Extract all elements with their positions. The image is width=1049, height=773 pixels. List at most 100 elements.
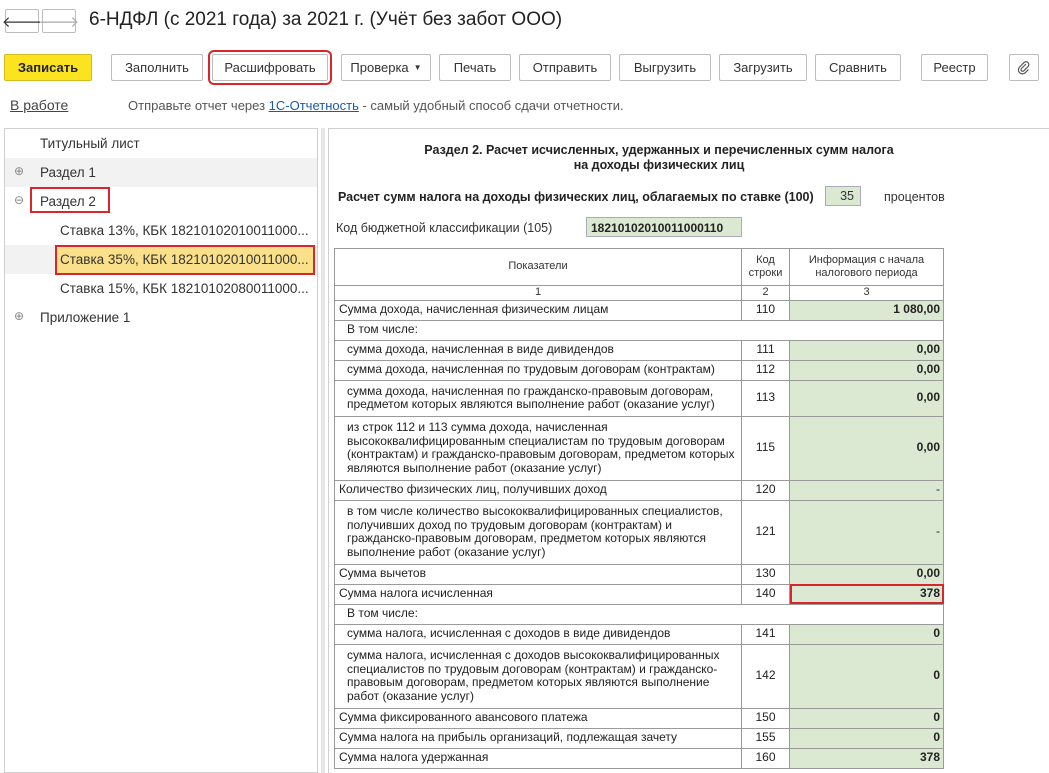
row-label: из строк 112 и 113 сумма дохода, начисле…	[334, 415, 742, 481]
header-number: 3	[789, 285, 944, 301]
table-row: в том числе количество высококвалифициро…	[334, 499, 944, 565]
send-button[interactable]: Отправить	[519, 54, 611, 81]
report-form: Раздел 2. Расчет исчисленных, удержанных…	[328, 128, 1049, 773]
row-value[interactable]: -	[789, 499, 944, 565]
row-code: 112	[741, 359, 790, 381]
status-link[interactable]: В работе	[10, 97, 68, 113]
row-label: Сумма дохода, начисленная физическим лиц…	[334, 299, 742, 321]
table-row: Сумма вычетов 130 0,00	[334, 563, 944, 585]
arrow-left-icon: 🡐	[1, 13, 43, 31]
row-label: в том числе количество высококвалифициро…	[334, 499, 742, 565]
decode-button[interactable]: Расшифровать	[208, 50, 332, 85]
table-row: Сумма налога на прибыль организаций, под…	[334, 727, 944, 749]
indicators-table: Показатели Код строки Информация с начал…	[334, 248, 944, 769]
window-title: 6-НДФЛ (с 2021 года) за 2021 г. (Учёт бе…	[89, 9, 563, 30]
rate-field[interactable]: 35	[825, 186, 861, 206]
row-value[interactable]: 0,00	[789, 563, 944, 585]
row-label: В том числе:	[334, 603, 944, 625]
tree-item-section-1[interactable]: ⊕ Раздел 1	[5, 158, 317, 187]
row-code: 142	[741, 643, 790, 709]
table-row: сумма налога, исчисленная с доходов в ви…	[334, 623, 944, 645]
row-value[interactable]: 0	[789, 643, 944, 709]
row-label: Сумма фиксированного авансового платежа	[334, 707, 742, 729]
collapse-icon[interactable]: ⊖	[14, 194, 24, 206]
tree-item-appendix-1[interactable]: ⊕ Приложение 1	[5, 303, 317, 332]
tree-item-label: Ставка 13%, КБК 18210102010011000...	[60, 223, 309, 238]
registry-button[interactable]: Реестр	[921, 54, 988, 81]
row-label: сумма дохода, начисленная по гражданско-…	[334, 379, 742, 417]
back-button[interactable]: 🡐	[1, 9, 43, 33]
expand-icon[interactable]: ⊕	[14, 165, 24, 177]
row-value[interactable]: 1 080,00	[789, 299, 944, 321]
attach-button[interactable]	[1009, 54, 1039, 81]
kbk-label: Код бюджетной классификации (105)	[336, 221, 553, 235]
expand-icon[interactable]: ⊕	[14, 310, 24, 322]
row-value[interactable]: -	[789, 479, 944, 501]
row-value[interactable]: 0,00	[789, 339, 944, 361]
row-value[interactable]: 0,00	[789, 415, 944, 481]
tree-item-title-page[interactable]: Титульный лист	[5, 129, 317, 158]
row-code: 141	[741, 623, 790, 645]
row-code: 115	[741, 415, 790, 481]
forward-button[interactable]: 🡒	[39, 9, 79, 33]
tree-item-label: Титульный лист	[40, 136, 140, 151]
row-value[interactable]: 0	[789, 623, 944, 645]
chevron-down-icon: ▼	[413, 63, 422, 72]
kbk-field[interactable]: 18210102010011000110	[586, 217, 742, 237]
row-code: 110	[741, 299, 790, 321]
reporting-link[interactable]: 1С-Отчетность	[269, 98, 359, 113]
header-number: 1	[334, 285, 742, 301]
row-label: сумма налога, исчисленная с доходов в ви…	[334, 623, 742, 645]
title-bar: 🡐 🡒 6-НДФЛ (с 2021 года) за 2021 г. (Учё…	[0, 0, 1049, 44]
header-code: Код строки	[741, 248, 790, 286]
row-value[interactable]: 0,00	[789, 379, 944, 417]
compare-button[interactable]: Сравнить	[815, 54, 901, 81]
status-line: В работе Отправьте отчет через 1С-Отчетн…	[0, 95, 1049, 115]
row-label: сумма дохода, начисленная в виде дивиден…	[334, 339, 742, 361]
section-title-line-1: Раздел 2. Расчет исчисленных, удержанных…	[424, 143, 894, 157]
hint-suffix: - самый удобный способ сдачи отчетности.	[358, 98, 624, 113]
section-title: Раздел 2. Расчет исчисленных, удержанных…	[369, 143, 949, 173]
panel-splitter[interactable]	[321, 128, 325, 773]
rate-unit: процентов	[884, 190, 945, 204]
fill-button[interactable]: Заполнить	[111, 54, 203, 81]
highlight-frame	[55, 245, 315, 275]
tree-item-label: Раздел 1	[40, 165, 96, 180]
row-value[interactable]: 0,00	[789, 359, 944, 381]
table-row: Количество физических лиц, получивших до…	[334, 479, 944, 501]
row-label: В том числе:	[334, 319, 944, 341]
hint-text: Отправьте отчет через 1С-Отчетность - са…	[128, 98, 624, 113]
tree-item-label: Приложение 1	[40, 310, 131, 325]
import-button[interactable]: Загрузить	[719, 54, 807, 81]
export-button[interactable]: Выгрузить	[619, 54, 711, 81]
check-button-label: Проверка	[350, 60, 409, 75]
row-value[interactable]: 378	[789, 583, 944, 605]
row-code: 130	[741, 563, 790, 585]
header-indicator: Показатели	[334, 248, 742, 286]
paperclip-icon	[1017, 60, 1030, 74]
print-button[interactable]: Печать	[439, 54, 511, 81]
sections-tree: Титульный лист ⊕ Раздел 1 ⊖ Раздел 2 Ста…	[4, 128, 318, 773]
row-code: 160	[741, 747, 790, 769]
table-numbering-row: 1 2 3	[334, 285, 944, 301]
table-row: сумма дохода, начисленная в виде дивиден…	[334, 339, 944, 361]
row-label: сумма налога, исчисленная с доходов высо…	[334, 643, 742, 709]
row-value[interactable]: 378	[789, 747, 944, 769]
row-value[interactable]: 0	[789, 727, 944, 749]
table-row: Сумма дохода, начисленная физическим лиц…	[334, 299, 944, 321]
tree-item-rate-15[interactable]: Ставка 15%, КБК 18210102080011000...	[5, 274, 317, 303]
header-number: 2	[741, 285, 790, 301]
row-value[interactable]: 0	[789, 707, 944, 729]
tree-item-label: Ставка 15%, КБК 18210102080011000...	[60, 281, 309, 296]
row-code: 120	[741, 479, 790, 501]
tree-item-rate-13[interactable]: Ставка 13%, КБК 18210102010011000...	[5, 216, 317, 245]
table-row: Сумма налога удержанная 160 378	[334, 747, 944, 769]
table-row: сумма дохода, начисленная по трудовым до…	[334, 359, 944, 381]
section-title-line-2: на доходы физических лиц	[573, 158, 745, 172]
save-button[interactable]: Записать	[4, 54, 92, 81]
toolbar: Записать Заполнить Расшифровать Проверка…	[0, 50, 1049, 85]
row-code: 140	[741, 583, 790, 605]
check-dropdown-button[interactable]: Проверка ▼	[341, 54, 431, 81]
row-code: 111	[741, 339, 790, 361]
table-row: сумма налога, исчисленная с доходов высо…	[334, 643, 944, 709]
